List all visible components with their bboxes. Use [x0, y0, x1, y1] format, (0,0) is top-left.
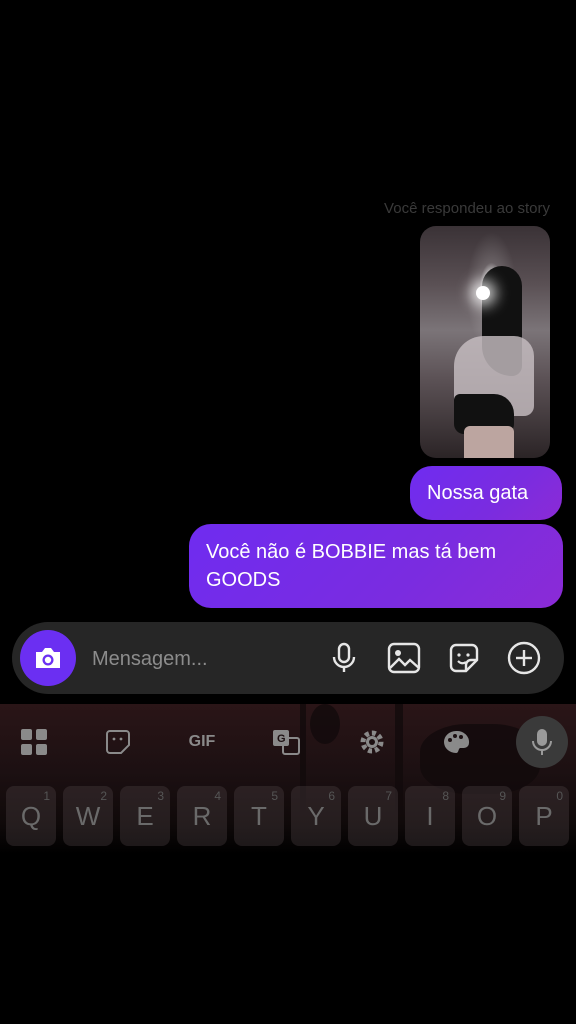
- key-u[interactable]: U7: [348, 786, 398, 846]
- story-preview-image[interactable]: [420, 226, 550, 458]
- keyboard: GIF G Q1 W2 E3 R4 T5 Y6 U7 I8 O9 P0: [0, 704, 576, 854]
- message-input[interactable]: [90, 644, 314, 674]
- sticker-icon: [106, 730, 130, 754]
- theme-palette-icon: [444, 730, 470, 753]
- settings-icon: [360, 730, 384, 754]
- key-r[interactable]: R4: [177, 786, 227, 846]
- plus-icon: [507, 641, 541, 675]
- translate-button[interactable]: G: [266, 724, 306, 760]
- key-y[interactable]: Y6: [291, 786, 341, 846]
- sticker-icon: [449, 643, 479, 673]
- voice-input-button[interactable]: [516, 716, 568, 768]
- apps-grid-icon: [21, 729, 47, 755]
- sticker-button[interactable]: [446, 640, 482, 676]
- key-o[interactable]: O9: [462, 786, 512, 846]
- camera-icon: [36, 648, 60, 668]
- gallery-button[interactable]: [386, 640, 422, 676]
- key-p[interactable]: P0: [519, 786, 569, 846]
- translate-icon: G: [273, 730, 300, 755]
- gallery-icon: [387, 642, 421, 674]
- apps-grid-button[interactable]: [14, 724, 54, 760]
- theme-button[interactable]: [436, 724, 476, 760]
- keyboard-settings-button[interactable]: [352, 724, 392, 760]
- key-q[interactable]: Q1: [6, 786, 56, 846]
- camera-button[interactable]: [20, 630, 76, 686]
- keyboard-sticker-button[interactable]: [98, 724, 138, 760]
- microphone-button[interactable]: [326, 640, 362, 676]
- key-i[interactable]: I8: [405, 786, 455, 846]
- svg-text:G: G: [277, 733, 286, 745]
- message-composer: [12, 622, 564, 694]
- message-bubble[interactable]: Você não é BOBBIE mas tá bem GOODS: [189, 524, 563, 608]
- key-e[interactable]: E3: [120, 786, 170, 846]
- microphone-icon: [332, 642, 356, 672]
- more-options-button[interactable]: [506, 640, 542, 676]
- voice-input-icon: [532, 729, 552, 755]
- story-reply-label: Você respondeu ao story: [384, 200, 550, 217]
- key-t[interactable]: T5: [234, 786, 284, 846]
- message-bubble[interactable]: Nossa gata: [410, 466, 562, 520]
- gif-button[interactable]: GIF: [182, 724, 222, 760]
- key-w[interactable]: W2: [63, 786, 113, 846]
